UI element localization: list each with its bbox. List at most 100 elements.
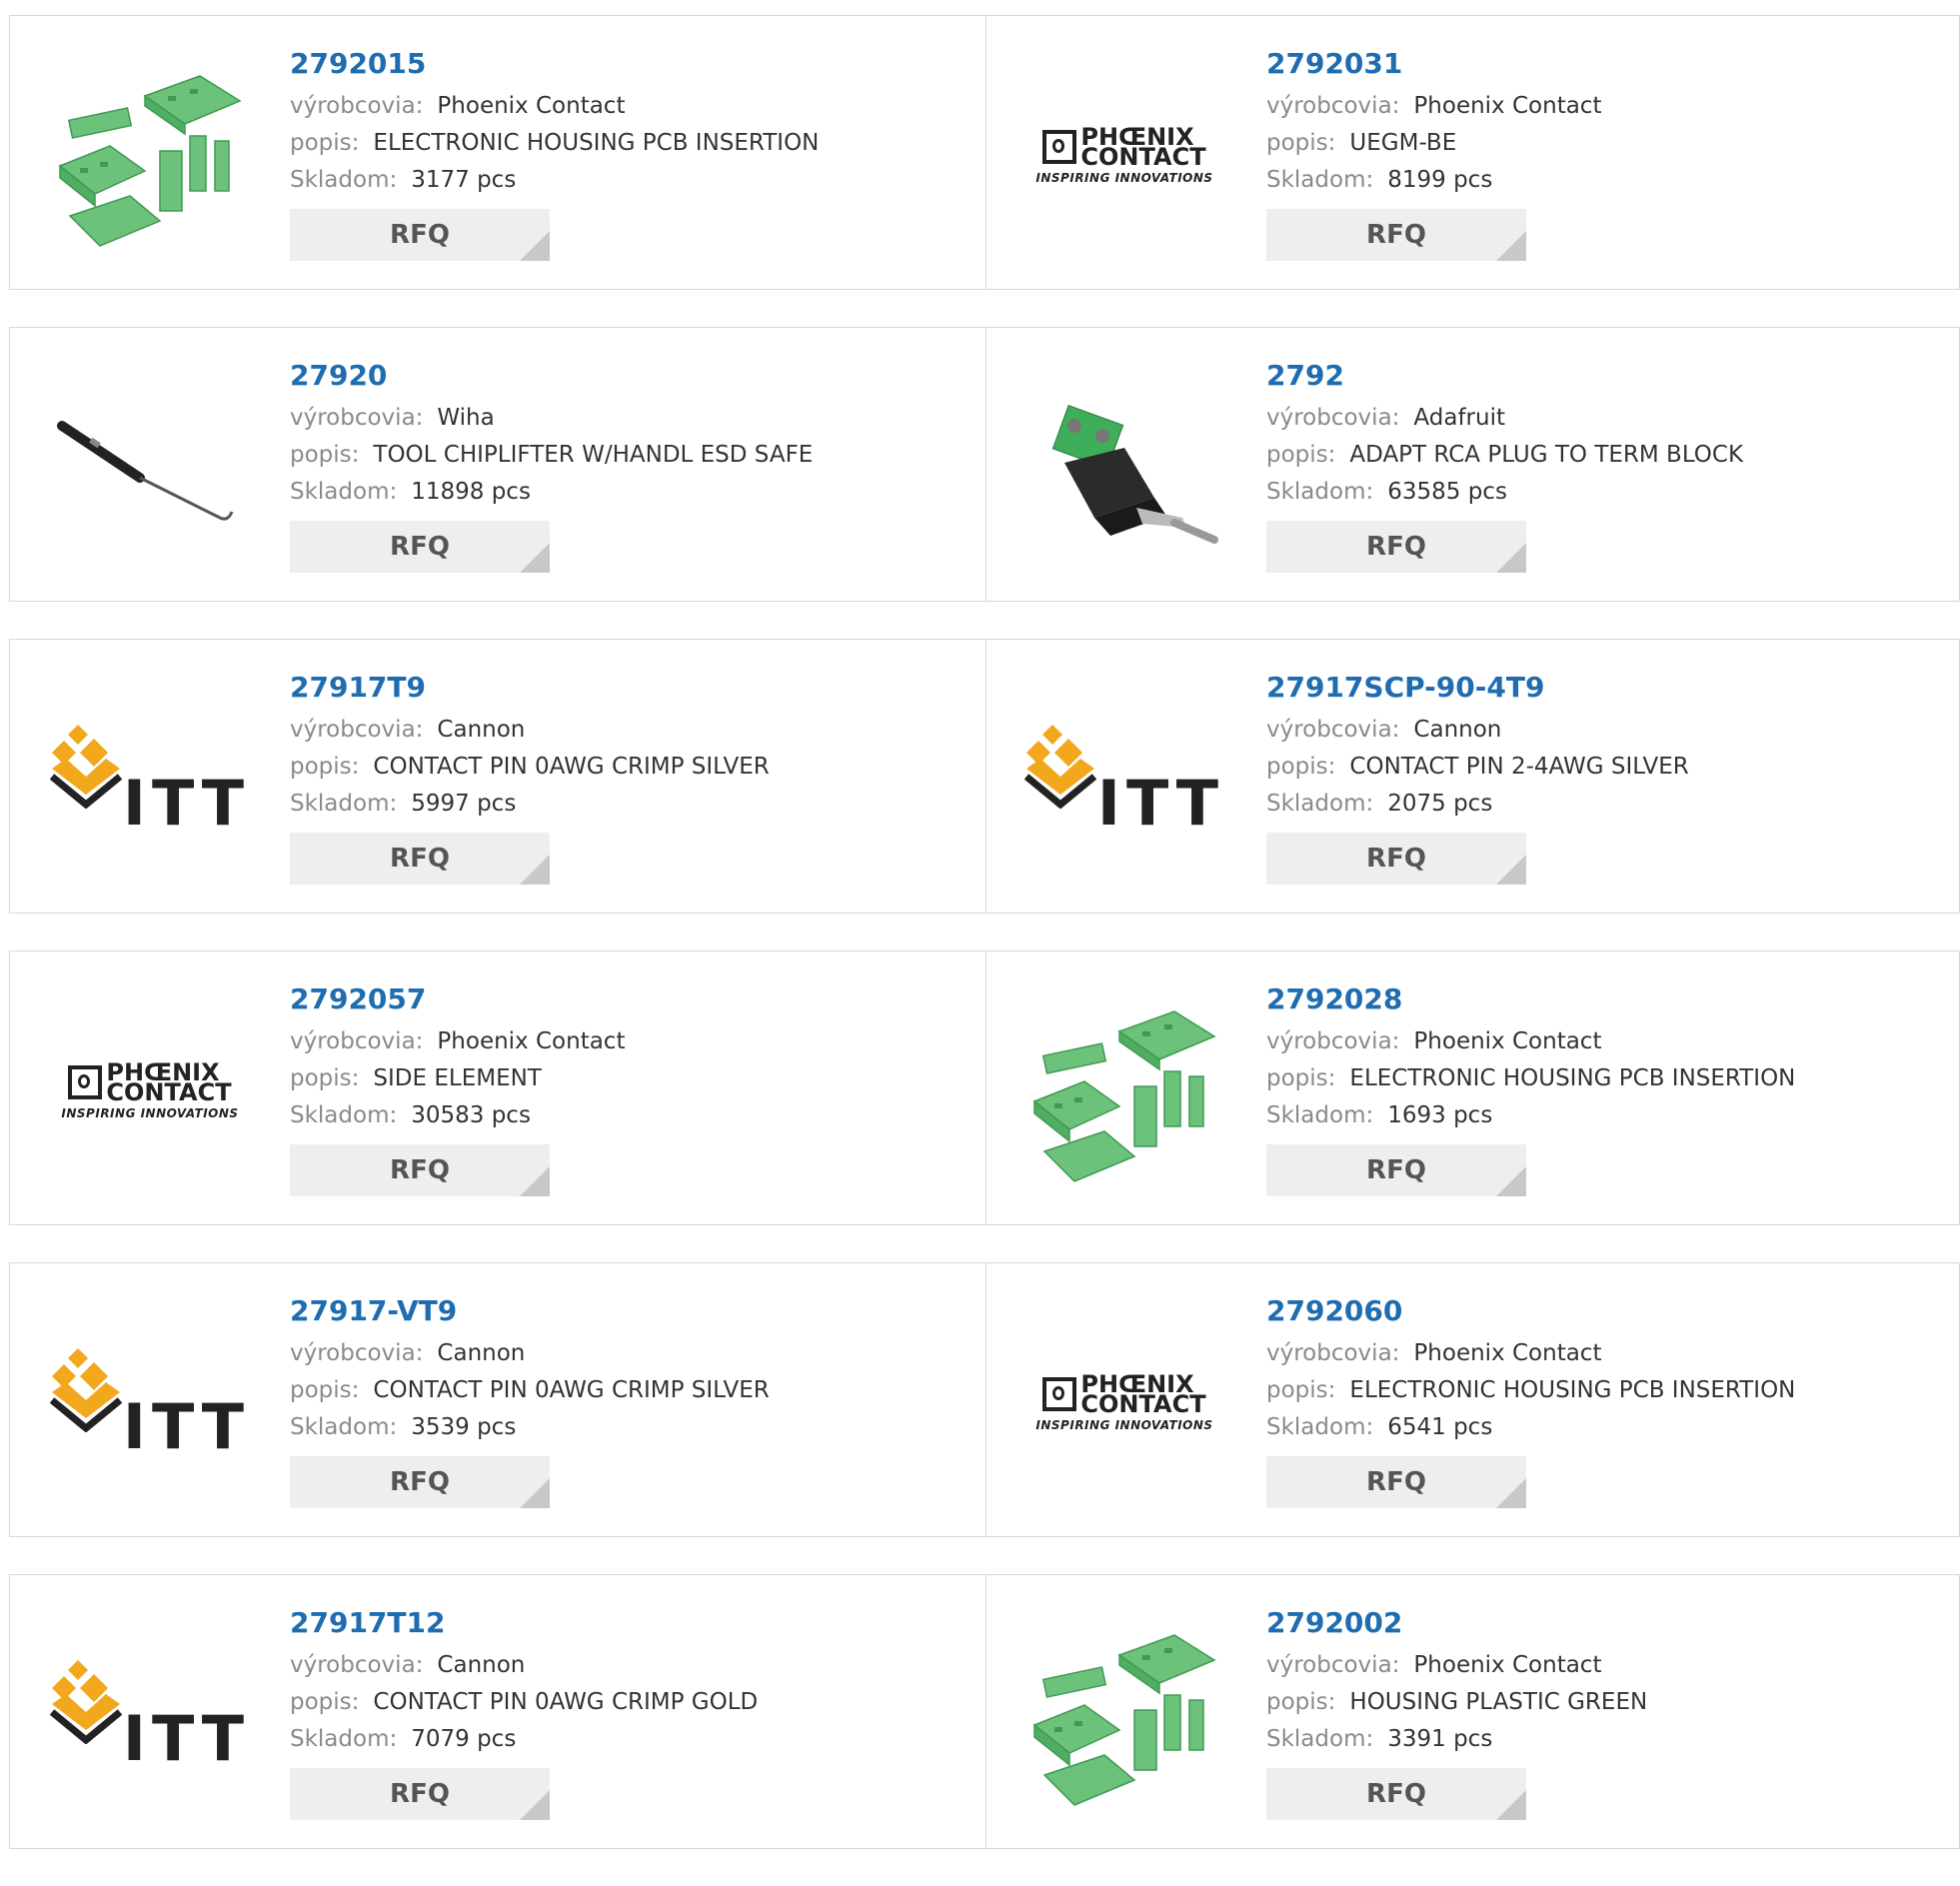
stock-label: Skladom: xyxy=(1266,1726,1374,1752)
part-number-link[interactable]: 2792060 xyxy=(1266,1293,1795,1335)
manufacturer-label: výrobcovia: xyxy=(290,1028,424,1054)
rfq-button[interactable]: RFQ xyxy=(1266,209,1526,261)
product-info: 27917T12 výrobcovia: Cannon popis: CONTACT P… xyxy=(290,1605,758,1820)
description-line: popis: ADAPT RCA PLUG TO TERM BLOCK xyxy=(1266,437,1743,474)
description-value: ELECTRONIC HOUSING PCB INSERTION xyxy=(1349,1377,1796,1403)
product-grid: 2792015 výrobcovia: Phoenix Contact popis: E… xyxy=(9,15,1960,1886)
product-image[interactable]: ITT xyxy=(50,1615,250,1815)
stock-label: Skladom: xyxy=(1266,167,1374,193)
product-image[interactable]: ITT xyxy=(50,680,250,880)
product-image[interactable] xyxy=(1024,991,1224,1191)
product-card: ITT 27917-VT9 výrobcovia: Cannon popis: CONT… xyxy=(9,1262,986,1537)
product-info: 27920 výrobcovia: Wiha popis: TOOL CHIPLIFTE… xyxy=(290,358,813,573)
part-number-link[interactable]: 27917T12 xyxy=(290,1605,758,1647)
manufacturer-value: Phoenix Contact xyxy=(1413,93,1602,119)
manufacturer-line: výrobcovia: Cannon xyxy=(290,1335,770,1372)
manufacturer-value: Phoenix Contact xyxy=(1413,1340,1602,1366)
description-line: popis: CONTACT PIN 0AWG CRIMP SILVER xyxy=(290,1372,770,1409)
rfq-button[interactable]: RFQ xyxy=(290,209,550,261)
product-image[interactable] xyxy=(50,56,250,256)
product-info: 27917T9 výrobcovia: Cannon popis: CONTACT PI… xyxy=(290,670,770,885)
manufacturer-value: Cannon xyxy=(437,1652,526,1678)
rfq-button[interactable]: RFQ xyxy=(1266,1144,1526,1196)
rfq-button[interactable]: RFQ xyxy=(1266,521,1526,573)
stock-value: 30583 pcs xyxy=(411,1102,531,1128)
rfq-button[interactable]: RFQ xyxy=(290,1456,550,1508)
product-row: ITT 27917T9 výrobcovia: Cannon popis: CONTAC… xyxy=(9,639,1960,914)
product-row: 27920 výrobcovia: Wiha popis: TOOL CHIPLIFTE… xyxy=(9,327,1960,602)
stock-label: Skladom: xyxy=(290,1726,398,1752)
itt-mark-icon xyxy=(1024,725,1096,809)
manufacturer-label: výrobcovia: xyxy=(1266,405,1400,431)
phoenix-logo-line2: CONTACT xyxy=(1080,1390,1206,1418)
phoenix-contact-logo: PHŒNIX CONTACT INSPIRING INNOVATIONS xyxy=(1024,1372,1224,1432)
stock-line: Skladom: 30583 pcs xyxy=(290,1097,625,1134)
rfq-button[interactable]: RFQ xyxy=(290,833,550,885)
stock-label: Skladom: xyxy=(1266,791,1374,817)
rfq-button[interactable]: RFQ xyxy=(290,521,550,573)
rfq-button[interactable]: RFQ xyxy=(1266,1768,1526,1820)
description-label: popis: xyxy=(290,130,360,156)
product-card: PHŒNIX CONTACT INSPIRING INNOVATIONS 279… xyxy=(986,15,1960,290)
description-value: SIDE ELEMENT xyxy=(373,1065,542,1091)
part-number-link[interactable]: 27920 xyxy=(290,358,813,400)
product-info: 2792015 výrobcovia: Phoenix Contact popis: E… xyxy=(290,46,819,261)
product-card: 2792028 výrobcovia: Phoenix Contact popis: E… xyxy=(986,950,1960,1225)
product-info: 2792028 výrobcovia: Phoenix Contact popis: E… xyxy=(1266,981,1795,1196)
part-number-link[interactable]: 27917-VT9 xyxy=(290,1293,770,1335)
product-image[interactable] xyxy=(50,368,250,568)
product-image[interactable]: PHŒNIX CONTACT INSPIRING INNOVATIONS xyxy=(1024,1303,1224,1503)
rfq-button[interactable]: RFQ xyxy=(290,1768,550,1820)
part-number-link[interactable]: 2792 xyxy=(1266,358,1743,400)
rfq-button[interactable]: RFQ xyxy=(1266,1456,1526,1508)
product-row: PHŒNIX CONTACT INSPIRING INNOVATIONS 279… xyxy=(9,950,1960,1225)
stock-value: 11898 pcs xyxy=(411,479,531,505)
description-value: CONTACT PIN 2-4AWG SILVER xyxy=(1349,754,1689,780)
product-image[interactable] xyxy=(1024,368,1224,568)
stock-line: Skladom: 7079 pcs xyxy=(290,1721,758,1758)
part-number-link[interactable]: 2792028 xyxy=(1266,981,1795,1023)
stock-line: Skladom: 2075 pcs xyxy=(1266,786,1689,823)
description-line: popis: ELECTRONIC HOUSING PCB INSERTION xyxy=(290,125,819,162)
stock-value: 3391 pcs xyxy=(1387,1726,1493,1752)
rfq-button[interactable]: RFQ xyxy=(1266,833,1526,885)
part-number-link[interactable]: 2792002 xyxy=(1266,1605,1647,1647)
part-number-link[interactable]: 2792057 xyxy=(290,981,625,1023)
manufacturer-label: výrobcovia: xyxy=(1266,1028,1400,1054)
product-row: ITT 27917T12 výrobcovia: Cannon popis: CONTA… xyxy=(9,1574,1960,1849)
description-label: popis: xyxy=(1266,130,1336,156)
manufacturer-value: Phoenix Contact xyxy=(1413,1028,1602,1054)
manufacturer-label: výrobcovia: xyxy=(290,1340,424,1366)
rca-adapter-image xyxy=(1051,404,1218,544)
manufacturer-label: výrobcovia: xyxy=(290,717,424,743)
description-value: HOUSING PLASTIC GREEN xyxy=(1349,1689,1648,1715)
product-image[interactable]: ITT xyxy=(50,1303,250,1503)
product-info: 2792057 výrobcovia: Phoenix Contact popis: S… xyxy=(290,981,625,1196)
part-number-link[interactable]: 27917SCP-90-4T9 xyxy=(1266,670,1689,712)
manufacturer-value: Phoenix Contact xyxy=(437,1028,626,1054)
part-number-link[interactable]: 27917T9 xyxy=(290,670,770,712)
manufacturer-line: výrobcovia: Cannon xyxy=(1266,712,1689,749)
rfq-button[interactable]: RFQ xyxy=(290,1144,550,1196)
stock-line: Skladom: 8199 pcs xyxy=(1266,162,1601,199)
phoenix-mark-icon xyxy=(1042,130,1077,164)
itt-mark-icon xyxy=(50,725,122,809)
product-card: 2792002 výrobcovia: Phoenix Contact popis: H… xyxy=(986,1574,1960,1849)
part-number-link[interactable]: 2792031 xyxy=(1266,46,1601,88)
manufacturer-line: výrobcovia: Phoenix Contact xyxy=(1266,1647,1647,1684)
description-value: UEGM-BE xyxy=(1349,130,1457,156)
description-value: CONTACT PIN 0AWG CRIMP SILVER xyxy=(373,1377,770,1403)
product-image[interactable] xyxy=(1024,1615,1224,1815)
product-image[interactable]: PHŒNIX CONTACT INSPIRING INNOVATIONS xyxy=(50,991,250,1191)
manufacturer-value: Phoenix Contact xyxy=(1413,1652,1602,1678)
description-label: popis: xyxy=(1266,754,1336,780)
product-image[interactable]: PHŒNIX CONTACT INSPIRING INNOVATIONS xyxy=(1024,56,1224,256)
product-row: 2792015 výrobcovia: Phoenix Contact popis: E… xyxy=(9,15,1960,290)
description-line: popis: HOUSING PLASTIC GREEN xyxy=(1266,1684,1647,1721)
stock-label: Skladom: xyxy=(290,167,398,193)
part-number-link[interactable]: 2792015 xyxy=(290,46,819,88)
itt-logo: ITT xyxy=(50,1660,250,1770)
product-image[interactable]: ITT xyxy=(1024,680,1224,880)
product-info: 2792031 výrobcovia: Phoenix Contact popis: U… xyxy=(1266,46,1601,261)
stock-label: Skladom: xyxy=(1266,1102,1374,1128)
